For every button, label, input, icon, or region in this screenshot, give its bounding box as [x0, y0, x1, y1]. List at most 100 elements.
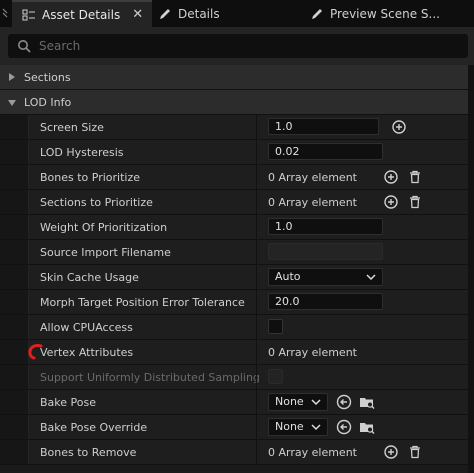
prop-skin-cache-usage: Skin Cache Usage Auto [0, 265, 474, 290]
category-sections[interactable]: Sections [0, 65, 474, 90]
category-label: Sections [24, 71, 71, 84]
add-screen-size-button[interactable] [390, 118, 408, 136]
clear-array-button[interactable] [406, 193, 424, 211]
panel-grip[interactable] [0, 0, 10, 27]
prop-bones-to-prioritize: Bones to Prioritize 0 Array element [0, 165, 474, 190]
lod-hysteresis-field[interactable]: 0.02 [268, 143, 383, 160]
add-element-button[interactable] [382, 168, 400, 186]
column-divider[interactable] [256, 265, 257, 289]
array-count: 0 Array element [268, 196, 357, 209]
column-divider[interactable] [256, 165, 257, 189]
asset-details-icon [22, 8, 36, 22]
browse-folder-icon [360, 423, 375, 434]
browse-asset-button[interactable] [358, 393, 376, 411]
collapse-arrow-icon[interactable] [8, 100, 16, 106]
column-divider[interactable] [256, 215, 257, 239]
plus-circle-icon [392, 120, 406, 134]
property-label: Support Uniformly Distributed Sampling [40, 371, 260, 384]
search-input[interactable] [37, 38, 421, 54]
column-divider[interactable] [256, 440, 257, 464]
array-count: 0 Array element [268, 346, 357, 359]
prop-source-import-filename: Source Import Filename [0, 240, 474, 265]
column-divider[interactable] [256, 315, 257, 339]
category-lod-info[interactable]: LOD Info [0, 90, 474, 115]
column-divider[interactable] [256, 290, 257, 314]
prop-bones-to-remove: Bones to Remove 0 Array element [0, 440, 474, 465]
plus-circle-icon [384, 195, 398, 209]
property-label: Sections to Prioritize [40, 196, 153, 209]
property-label: Weight Of Prioritization [40, 221, 168, 234]
column-divider[interactable] [256, 340, 257, 364]
tab-label: Asset Details [42, 7, 121, 22]
search-icon [18, 40, 31, 53]
trash-icon [410, 170, 420, 184]
column-divider[interactable] [256, 415, 257, 439]
property-label: Morph Target Position Error Tolerance [40, 296, 245, 309]
scrollbar-track[interactable] [468, 65, 474, 473]
use-selected-arrow-icon [336, 419, 352, 435]
prop-bake-pose: Bake Pose None [0, 390, 474, 415]
prop-morph-target-tolerance: Morph Target Position Error Tolerance 20… [0, 290, 474, 315]
bake-pose-override-dropdown[interactable]: None [268, 418, 328, 436]
tab-asset-details[interactable]: Asset Details ✕ [12, 0, 152, 27]
bake-pose-dropdown[interactable]: None [268, 393, 328, 411]
tab-details[interactable]: Details [158, 0, 298, 27]
row-gutter [0, 165, 29, 189]
column-divider[interactable] [256, 365, 257, 389]
row-gutter [0, 240, 29, 264]
tab-label: Preview Scene S... [330, 6, 440, 21]
expand-arrow-icon[interactable] [9, 73, 15, 81]
support-uniform-sampling-checkbox [268, 369, 283, 384]
skin-cache-usage-dropdown[interactable]: Auto [268, 268, 383, 286]
prop-bake-pose-override: Bake Pose Override None [0, 415, 474, 440]
browse-asset-button[interactable] [358, 418, 376, 436]
use-selected-asset-button[interactable] [335, 393, 353, 411]
property-label: Vertex Attributes [40, 346, 134, 359]
grip-icon [2, 8, 8, 17]
add-element-button[interactable] [382, 443, 400, 461]
column-divider[interactable] [256, 240, 257, 264]
property-label: Bones to Remove [40, 446, 137, 459]
tab-bar: Asset Details ✕ Details Preview Scene S.… [0, 0, 474, 27]
dropdown-value: None [275, 420, 304, 433]
array-count: 0 Array element [268, 171, 357, 184]
prop-vertex-attributes: Vertex Attributes 0 Array element [0, 340, 474, 365]
row-gutter [0, 190, 29, 214]
row-gutter [0, 440, 29, 464]
property-label: Bake Pose Override [40, 421, 148, 434]
source-import-filename-field[interactable] [268, 243, 383, 260]
prop-sections-to-prioritize: Sections to Prioritize 0 Array element [0, 190, 474, 215]
plus-circle-icon [384, 445, 398, 459]
row-gutter [0, 390, 29, 414]
weight-of-prioritization-field[interactable]: 1.0 [268, 218, 383, 235]
use-selected-arrow-icon [336, 394, 352, 410]
clear-array-button[interactable] [406, 443, 424, 461]
column-divider[interactable] [256, 190, 257, 214]
column-divider[interactable] [256, 140, 257, 164]
close-tab-button[interactable]: ✕ [132, 7, 143, 22]
morph-target-tolerance-field[interactable]: 20.0 [268, 293, 383, 310]
chevron-down-icon [366, 274, 376, 281]
allow-cpu-access-checkbox[interactable] [268, 319, 283, 334]
column-divider[interactable] [256, 115, 257, 139]
screen-size-field[interactable]: 1.0 [268, 118, 379, 135]
property-label: Skin Cache Usage [40, 271, 139, 284]
property-label: Source Import Filename [40, 246, 171, 259]
prop-screen-size: Screen Size 1.0 [0, 115, 474, 140]
chevron-down-icon [311, 424, 321, 431]
tab-preview-scene-settings[interactable]: Preview Scene S... [310, 0, 474, 27]
plus-circle-icon [384, 170, 398, 184]
search-box[interactable] [8, 34, 468, 58]
row-gutter [0, 115, 29, 139]
prop-lod-hysteresis: LOD Hysteresis 0.02 [0, 140, 474, 165]
property-label: LOD Hysteresis [40, 146, 124, 159]
row-gutter [0, 290, 29, 314]
column-divider[interactable] [256, 390, 257, 414]
tab-label: Details [178, 6, 220, 21]
use-selected-asset-button[interactable] [335, 418, 353, 436]
add-element-button[interactable] [382, 193, 400, 211]
row-gutter [0, 215, 29, 239]
pencil-icon [310, 7, 324, 21]
clear-array-button[interactable] [406, 168, 424, 186]
row-gutter [0, 315, 29, 339]
